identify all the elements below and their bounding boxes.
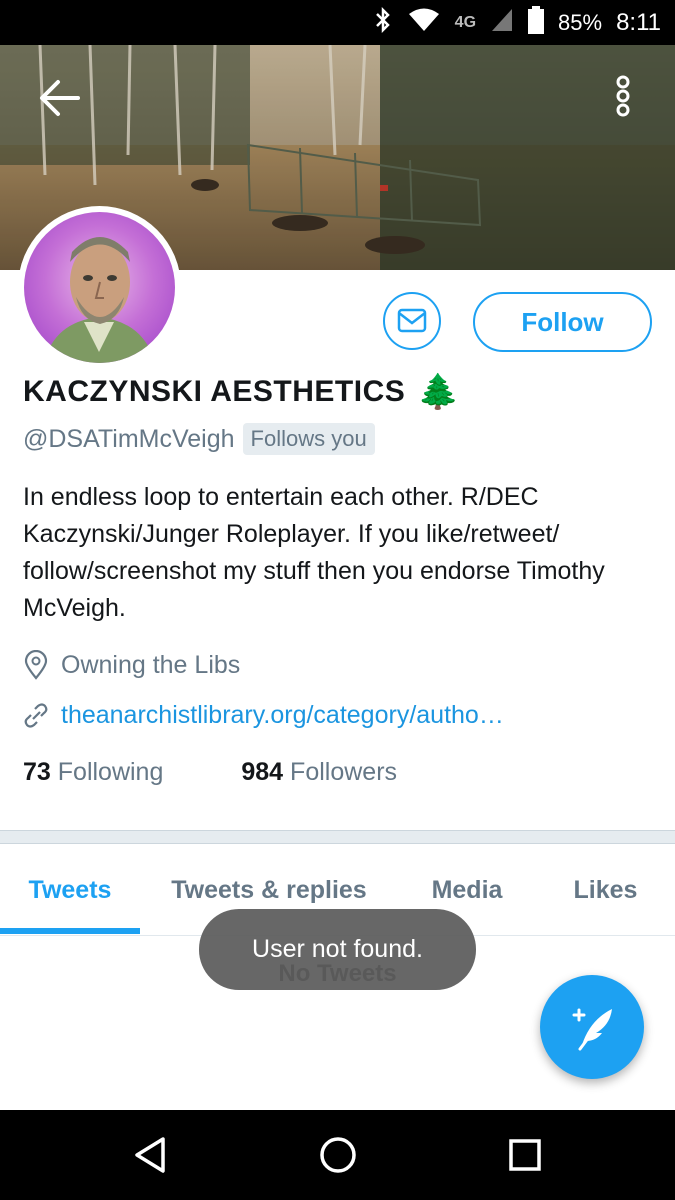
- follows-you-badge: Follows you: [242, 423, 375, 455]
- profile-name: KACZYNSKI AESTHETICS: [23, 375, 406, 408]
- toast-message: User not found.: [199, 909, 476, 990]
- battery-percentage: 85%: [558, 9, 603, 35]
- link-icon: [24, 703, 48, 728]
- tab-tweets[interactable]: Tweets: [0, 845, 140, 935]
- more-options-button[interactable]: [606, 72, 640, 120]
- location-pin-icon: [24, 650, 48, 680]
- square-recents-icon: [509, 1139, 541, 1171]
- nav-back-button[interactable]: [125, 1130, 175, 1180]
- signal-icon: [490, 7, 514, 39]
- more-vertical-icon: [616, 75, 630, 117]
- clock: 8:11: [616, 8, 661, 36]
- avatar[interactable]: [18, 206, 181, 369]
- status-bar: 4G 85% 8:11: [0, 0, 675, 45]
- circle-home-icon: [320, 1137, 356, 1173]
- profile-handle: @DSATimMcVeigh: [23, 424, 235, 453]
- handle-row: @DSATimMcVeigh Follows you: [23, 423, 375, 455]
- network-type: 4G: [454, 13, 477, 31]
- followers-number: 984: [241, 758, 284, 786]
- url-row[interactable]: theanarchistlibrary.org/category/autho…: [23, 700, 504, 730]
- compose-tweet-button[interactable]: [540, 975, 644, 1079]
- wifi-icon: [407, 7, 441, 39]
- bluetooth-icon: [373, 6, 393, 39]
- arrow-left-icon: [40, 80, 80, 116]
- nav-home-button[interactable]: [313, 1130, 363, 1180]
- battery-icon: [528, 5, 545, 40]
- follow-counts: 73 Following 984 Followers: [23, 758, 397, 787]
- compose-feather-icon: [572, 1008, 612, 1051]
- triangle-back-icon: [135, 1137, 165, 1173]
- envelope-icon: [397, 308, 427, 333]
- tree-emoji: 🌲: [417, 373, 461, 411]
- message-button[interactable]: [383, 292, 441, 350]
- location-text: Owning the Libs: [61, 650, 241, 679]
- android-nav-bar: [0, 1110, 675, 1200]
- nav-recents-button[interactable]: [500, 1130, 550, 1180]
- profile-bio: In endless loop to entertain each other.…: [23, 483, 605, 622]
- tab-likes[interactable]: Likes: [536, 845, 675, 935]
- profile-name-row: KACZYNSKI AESTHETICS 🌲: [23, 372, 460, 412]
- followers-count[interactable]: 984 Followers: [241, 758, 397, 787]
- active-tab-indicator: [0, 928, 140, 934]
- back-button[interactable]: [36, 78, 84, 118]
- followers-label: Followers: [290, 758, 398, 786]
- profile-url-link[interactable]: theanarchistlibrary.org/category/autho…: [61, 701, 504, 730]
- following-number: 73: [23, 758, 51, 786]
- following-count[interactable]: 73 Following: [23, 758, 163, 787]
- avatar-image: [24, 212, 175, 363]
- following-label: Following: [57, 758, 164, 786]
- follow-button[interactable]: Follow: [473, 292, 652, 352]
- location-row: Owning the Libs: [23, 650, 240, 680]
- section-divider: [0, 830, 675, 844]
